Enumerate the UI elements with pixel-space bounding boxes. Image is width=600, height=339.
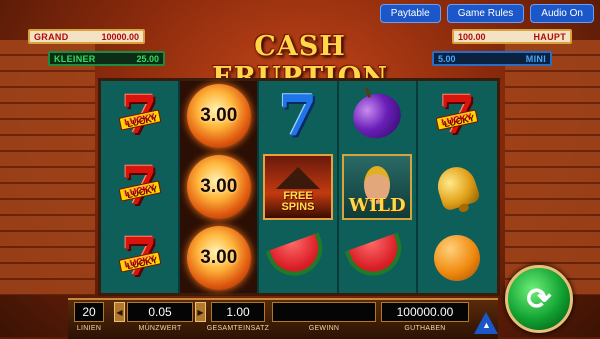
fireball-value: 3.00: [200, 246, 238, 268]
jackpot-mini-value: 5.00: [438, 53, 456, 64]
jackpot-grand-value: 10000.00: [101, 31, 139, 42]
total-bet-label: GESAMTEINSATZ: [206, 325, 270, 332]
orange-symbol: [434, 234, 481, 281]
free-spins-line2: SPINS: [281, 201, 315, 214]
right-temple-pillar: [505, 40, 600, 295]
jackpot-haupt-value: 100.00: [458, 31, 486, 42]
blue-seven-symbol: 7: [278, 83, 318, 150]
lucky-label: LUCKY: [118, 251, 161, 273]
total-bet-meter: 1.00: [211, 302, 265, 322]
wild-symbol: WILD: [342, 154, 413, 220]
reel-cell: 7LUCKY: [101, 152, 178, 223]
fireball-value: 3.00: [200, 176, 238, 197]
reel-cell: WILD: [339, 152, 416, 223]
fireball-symbol: 3.00: [186, 84, 251, 149]
jackpot-kleiner-label: KLEINER: [54, 53, 96, 64]
jackpot-grand: GRAND 10000.00: [28, 29, 145, 44]
jackpot-haupt: 100.00 HAUPT: [452, 29, 572, 44]
jackpot-kleiner-value: 25.00: [136, 53, 159, 64]
lucky-seven-symbol: 7LUCKY: [435, 90, 479, 142]
coin-increase-button[interactable]: ▶: [195, 302, 206, 322]
reel-5: 7LUCKY: [418, 81, 497, 293]
spin-button[interactable]: ⟳: [505, 265, 573, 333]
coin-decrease-button[interactable]: ◀: [114, 302, 125, 322]
watermelon-symbol: [345, 232, 410, 284]
autoplay-icon: ▲: [482, 320, 491, 330]
jackpot-kleiner: KLEINER 25.00: [48, 51, 165, 66]
lucky-label: LUCKY: [435, 109, 479, 132]
reel-cell: [259, 222, 336, 293]
reel-3: 7 FREE SPINS: [259, 81, 339, 293]
lucky-label: LUCKY: [118, 109, 161, 132]
watermelon-symbol: [265, 232, 331, 284]
paytable-button[interactable]: Paytable: [379, 4, 441, 23]
spin-arrow-icon: ⟳: [526, 282, 552, 316]
win-label: GEWINN: [308, 325, 340, 332]
reel-cell: 3.00: [180, 81, 257, 152]
jackpot-haupt-label: HAUPT: [533, 31, 566, 42]
reel-cell: [339, 222, 416, 293]
lucky-seven-symbol: 7LUCKY: [118, 161, 161, 213]
reel-1: 7LUCKY 7LUCKY 7LUCKY: [101, 81, 181, 293]
reel-cell: [418, 152, 497, 223]
bell-symbol: [433, 162, 482, 212]
jackpot-mini-label: MINI: [525, 53, 546, 64]
jackpot-mini: 5.00 MINI: [432, 51, 552, 66]
jackpot-grand-label: GRAND: [34, 31, 69, 42]
fireball-symbol: 3.00: [186, 225, 251, 290]
plum-symbol: [347, 87, 408, 146]
lines-meter: 20: [74, 302, 104, 322]
reel-cell: FREE SPINS: [259, 152, 336, 223]
volcano-icon: [275, 166, 320, 189]
reel-cell: 7LUCKY: [101, 81, 178, 152]
reel-cell: 3.00: [180, 152, 257, 223]
fireball-value: 3.00: [200, 105, 238, 127]
coin-value-meter: 0.05: [127, 302, 193, 322]
credit-meter: 100000.00: [381, 302, 469, 322]
reel-cell: 7: [259, 81, 336, 152]
game-rules-button[interactable]: Game Rules: [446, 4, 525, 23]
credit-label: GUTHABEN: [404, 325, 446, 332]
audio-toggle-button[interactable]: Audio On: [530, 4, 594, 23]
top-nav: Paytable Game Rules Audio On: [379, 4, 594, 23]
autoplay-button[interactable]: ▲: [474, 312, 498, 334]
reel-cell: 7LUCKY: [418, 81, 497, 152]
free-spins-symbol: FREE SPINS: [262, 154, 333, 220]
lucky-seven-symbol: 7LUCKY: [118, 90, 161, 142]
reel-4: WILD: [339, 81, 418, 293]
reel-cell: [418, 222, 497, 293]
lucky-seven-symbol: 7LUCKY: [118, 231, 161, 284]
reel-grid: 7LUCKY 7LUCKY 7LUCKY 3.00 3.00 3.00 7 FR…: [98, 78, 500, 296]
coin-value-label: MÜNZWERT: [138, 325, 182, 332]
reel-2: 3.00 3.00 3.00: [180, 81, 260, 293]
wild-label: WILD: [348, 195, 406, 216]
lines-label: LINIEN: [76, 325, 102, 332]
lucky-label: LUCKY: [118, 180, 161, 202]
win-meter: [272, 302, 376, 322]
left-temple-pillar: [0, 40, 95, 295]
reel-cell: 7LUCKY: [101, 222, 178, 293]
fireball-symbol: 3.00: [186, 155, 251, 219]
reel-cell: [339, 81, 416, 152]
reel-cell: 3.00: [180, 222, 257, 293]
